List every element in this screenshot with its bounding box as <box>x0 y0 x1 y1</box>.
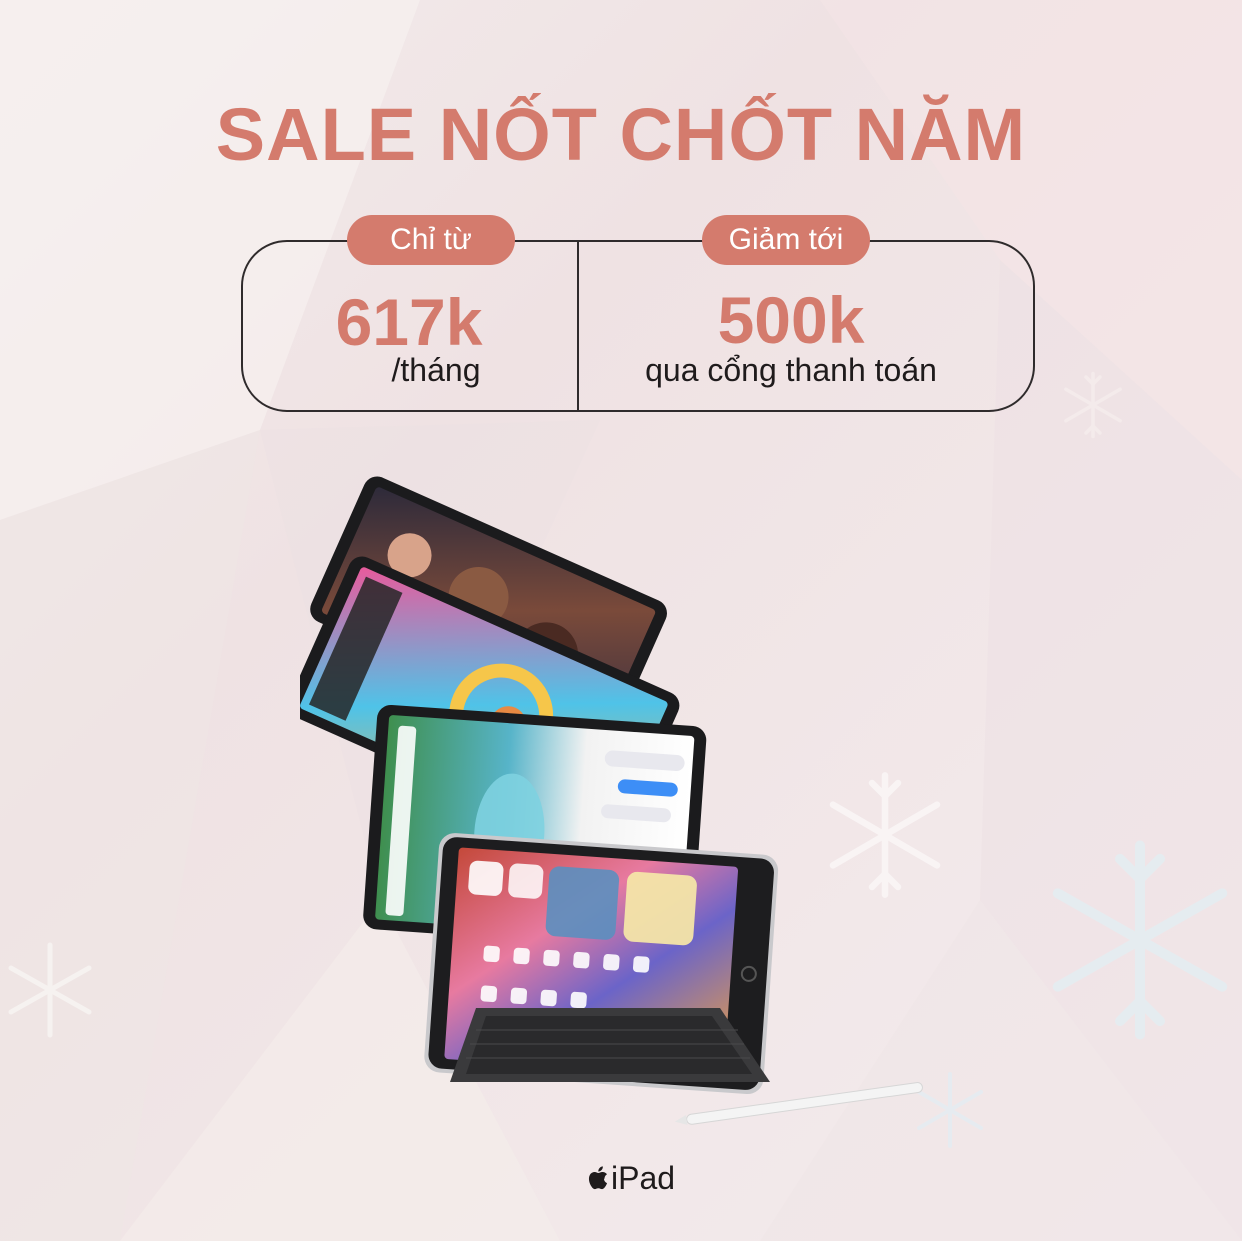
snowflake-icon <box>8 942 92 1038</box>
discount-condition: qua cổng thanh toán <box>645 352 937 388</box>
ipad-brand-label: iPad <box>611 1159 676 1196</box>
ipad-product-image <box>300 476 923 1125</box>
ipad-brand: iPad <box>585 1158 675 1198</box>
snowflake-icon <box>1064 371 1122 439</box>
badge-starting-from: Chỉ từ <box>347 215 515 265</box>
snowflake-icon <box>1052 840 1228 1040</box>
monthly-price: 617k <box>335 285 483 359</box>
discount-amount: 500k <box>717 283 865 357</box>
apple-logo-icon <box>588 1166 607 1190</box>
sale-headline: SALE NỐT CHỐT NĂM <box>215 93 1027 176</box>
badge-discount-up-to: Giảm tới <box>702 215 870 265</box>
monthly-price-unit: /tháng <box>391 352 481 388</box>
